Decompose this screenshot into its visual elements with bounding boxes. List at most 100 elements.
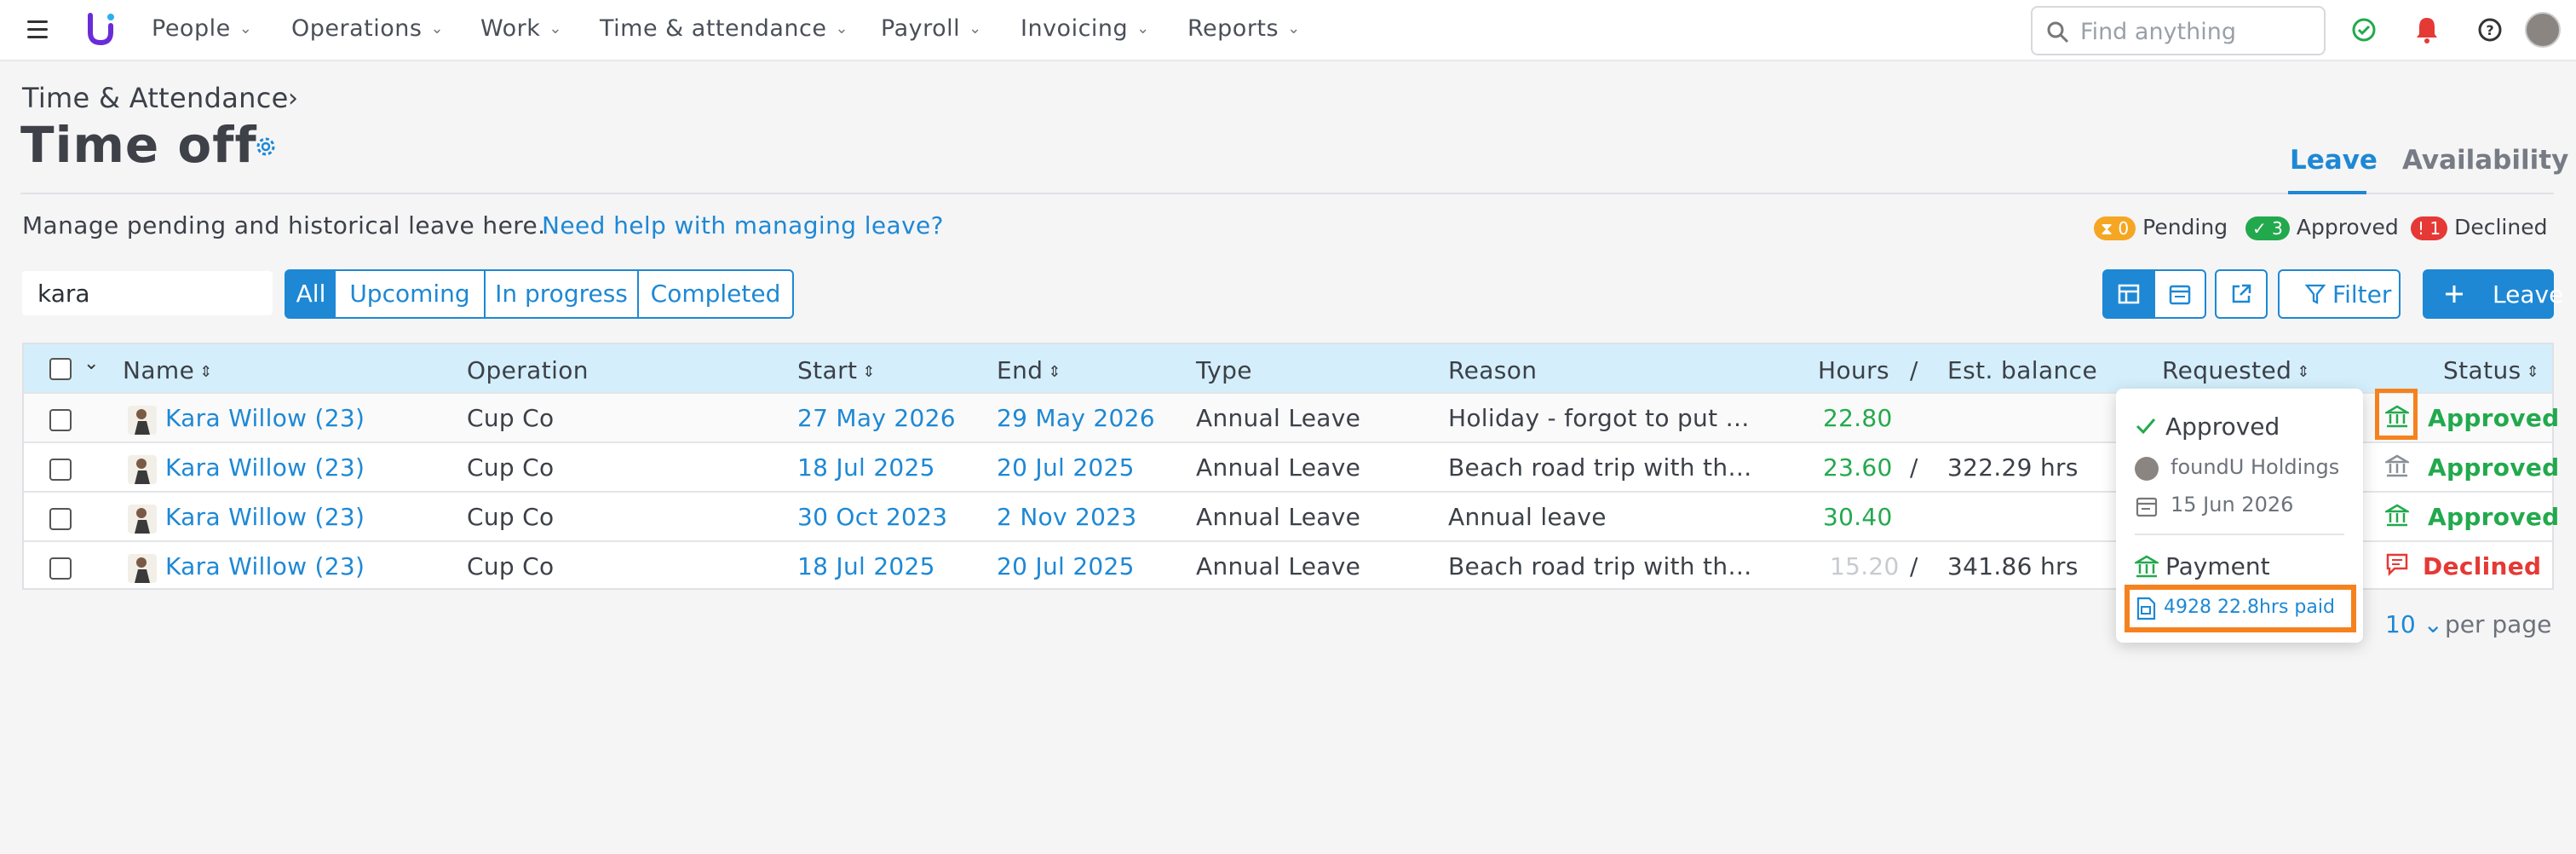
- column-requested[interactable]: Requested ⇕: [2162, 356, 2310, 384]
- declined-stat[interactable]: ! 1 Declined: [2411, 215, 2547, 240]
- comment-icon[interactable]: [2385, 552, 2409, 576]
- hours-cell: 15.20: [1830, 552, 1900, 580]
- top-nav: People ⌄ Operations ⌄ Work ⌄ Time & attenda…: [0, 0, 2576, 61]
- row-checkbox[interactable]: [49, 557, 72, 580]
- sort-icon: ⇕: [199, 363, 213, 381]
- popover-date: 15 Jun 2026: [2171, 493, 2294, 516]
- status-badge[interactable]: Approved: [2428, 503, 2560, 531]
- start-date-cell[interactable]: 27 May 2026: [797, 404, 956, 432]
- nav-reports[interactable]: Reports ⌄: [1187, 15, 1301, 42]
- nav-operations[interactable]: Operations ⌄: [291, 15, 444, 42]
- nav-work[interactable]: Work ⌄: [480, 15, 562, 42]
- bank-icon[interactable]: [2385, 404, 2409, 430]
- reason-cell: Annual leave: [1448, 503, 1607, 531]
- status-badge[interactable]: Declined: [2423, 552, 2541, 580]
- nav-time-attendance[interactable]: Time & attendance ⌄: [600, 15, 848, 42]
- column-est-balance: Est. balance: [1947, 356, 2098, 384]
- row-checkbox[interactable]: [49, 459, 72, 481]
- type-cell: Annual Leave: [1196, 503, 1361, 531]
- document-icon: [2136, 597, 2156, 620]
- employee-name-link[interactable]: Kara Willow (23): [165, 503, 365, 531]
- operation-cell: Cup Co: [467, 552, 555, 580]
- segment-all[interactable]: All: [285, 269, 337, 319]
- payment-detail-link[interactable]: 4928 22.8hrs paid: [2164, 597, 2335, 618]
- breadcrumb[interactable]: Time & Attendance: [22, 82, 289, 114]
- end-date-cell[interactable]: 2 Nov 2023: [997, 503, 1137, 531]
- search-icon: [2047, 21, 2069, 43]
- sort-icon: ⇕: [2297, 363, 2310, 381]
- column-end[interactable]: End ⇕: [997, 356, 1061, 384]
- operation-cell: Cup Co: [467, 453, 555, 482]
- chevron-down-icon[interactable]: ⌄: [83, 353, 99, 374]
- status-badge[interactable]: Approved: [2428, 453, 2560, 482]
- reason-cell: Beach road trip with th…: [1448, 552, 1752, 580]
- calendar-view-button[interactable]: [2153, 269, 2206, 319]
- table-view-button[interactable]: [2102, 269, 2155, 319]
- gear-icon[interactable]: [254, 135, 278, 159]
- per-page-select[interactable]: 10 ⌄: [2385, 610, 2443, 638]
- hamburger-menu-icon[interactable]: [27, 20, 48, 39]
- sort-icon: ⇕: [862, 363, 876, 381]
- leave-search-input[interactable]: kara: [22, 271, 273, 315]
- select-all-checkbox[interactable]: [49, 358, 72, 380]
- nav-invoicing[interactable]: Invoicing ⌄: [1021, 15, 1150, 42]
- tab-divider: [20, 193, 2554, 194]
- page-description: Manage pending and historical leave here…: [22, 211, 546, 239]
- column-status[interactable]: Status ⇕: [2443, 356, 2539, 384]
- plus-icon: [2446, 286, 2463, 303]
- column-name[interactable]: Name ⇕: [123, 356, 213, 384]
- operation-cell: Cup Co: [467, 503, 555, 531]
- nav-payroll[interactable]: Payroll ⌄: [881, 15, 982, 42]
- chevron-down-icon: ⌄: [430, 20, 445, 38]
- table-header: ⌄ Name ⇕ Operation Start ⇕ End ⇕ Type Reaso…: [24, 344, 2552, 392]
- bank-icon[interactable]: [2385, 503, 2409, 528]
- per-page-label: per page: [2445, 610, 2552, 638]
- popover-approver: foundU Holdings: [2171, 455, 2340, 479]
- end-date-cell[interactable]: 20 Jul 2025: [997, 552, 1135, 580]
- segment-completed[interactable]: Completed: [637, 269, 794, 319]
- type-cell: Annual Leave: [1196, 453, 1361, 482]
- sort-icon: ⇕: [2526, 363, 2540, 381]
- nav-people[interactable]: People ⌄: [152, 15, 252, 42]
- export-button[interactable]: [2215, 269, 2268, 319]
- approved-stat[interactable]: ✓ 3 Approved: [2245, 215, 2399, 240]
- user-avatar[interactable]: [2525, 12, 2561, 48]
- add-leave-button[interactable]: Leave: [2423, 269, 2563, 319]
- bank-icon: [2135, 555, 2159, 578]
- tab-availability[interactable]: Availability: [2402, 145, 2568, 176]
- start-date-cell[interactable]: 18 Jul 2025: [797, 552, 935, 580]
- filter-button[interactable]: Filter: [2278, 269, 2401, 319]
- bell-icon[interactable]: [2414, 15, 2440, 44]
- start-date-cell[interactable]: 30 Oct 2023: [797, 503, 947, 531]
- segment-in-progress[interactable]: In progress: [484, 269, 639, 319]
- tab-leave[interactable]: Leave: [2290, 145, 2378, 176]
- global-search-input[interactable]: Find anything: [2031, 6, 2326, 55]
- pending-badge: ⧗ 0: [2094, 216, 2136, 240]
- row-checkbox[interactable]: [49, 409, 72, 431]
- help-icon[interactable]: ?: [2477, 17, 2503, 43]
- popover-status: Approved: [2165, 413, 2280, 441]
- check-circle-icon[interactable]: [2351, 17, 2377, 43]
- hours-cell: 30.40: [1823, 503, 1893, 531]
- column-start[interactable]: Start ⇕: [797, 356, 876, 384]
- app-logo[interactable]: [85, 12, 116, 46]
- pending-stat[interactable]: ⧗ 0 Pending: [2094, 215, 2228, 240]
- end-date-cell[interactable]: 29 May 2026: [997, 404, 1155, 432]
- employee-name-link[interactable]: Kara Willow (23): [165, 404, 365, 432]
- end-date-cell[interactable]: 20 Jul 2025: [997, 453, 1135, 482]
- employee-name-link[interactable]: Kara Willow (23): [165, 453, 365, 482]
- column-hours: Hours: [1818, 356, 1890, 384]
- approver-avatar: [2135, 457, 2159, 481]
- chevron-down-icon: ⌄: [549, 20, 562, 38]
- start-date-cell[interactable]: 18 Jul 2025: [797, 453, 935, 482]
- avatar: [128, 554, 157, 583]
- chevron-down-icon: ⌄: [1287, 20, 1301, 38]
- chevron-down-icon: ⌄: [239, 20, 253, 38]
- segment-upcoming[interactable]: Upcoming: [336, 269, 486, 319]
- status-badge[interactable]: Approved: [2428, 404, 2560, 432]
- row-checkbox[interactable]: [49, 508, 72, 530]
- employee-name-link[interactable]: Kara Willow (23): [165, 552, 365, 580]
- bank-icon[interactable]: [2385, 453, 2409, 479]
- help-link[interactable]: Need help with managing leave?: [542, 211, 944, 239]
- checkmark-icon: [2136, 418, 2156, 435]
